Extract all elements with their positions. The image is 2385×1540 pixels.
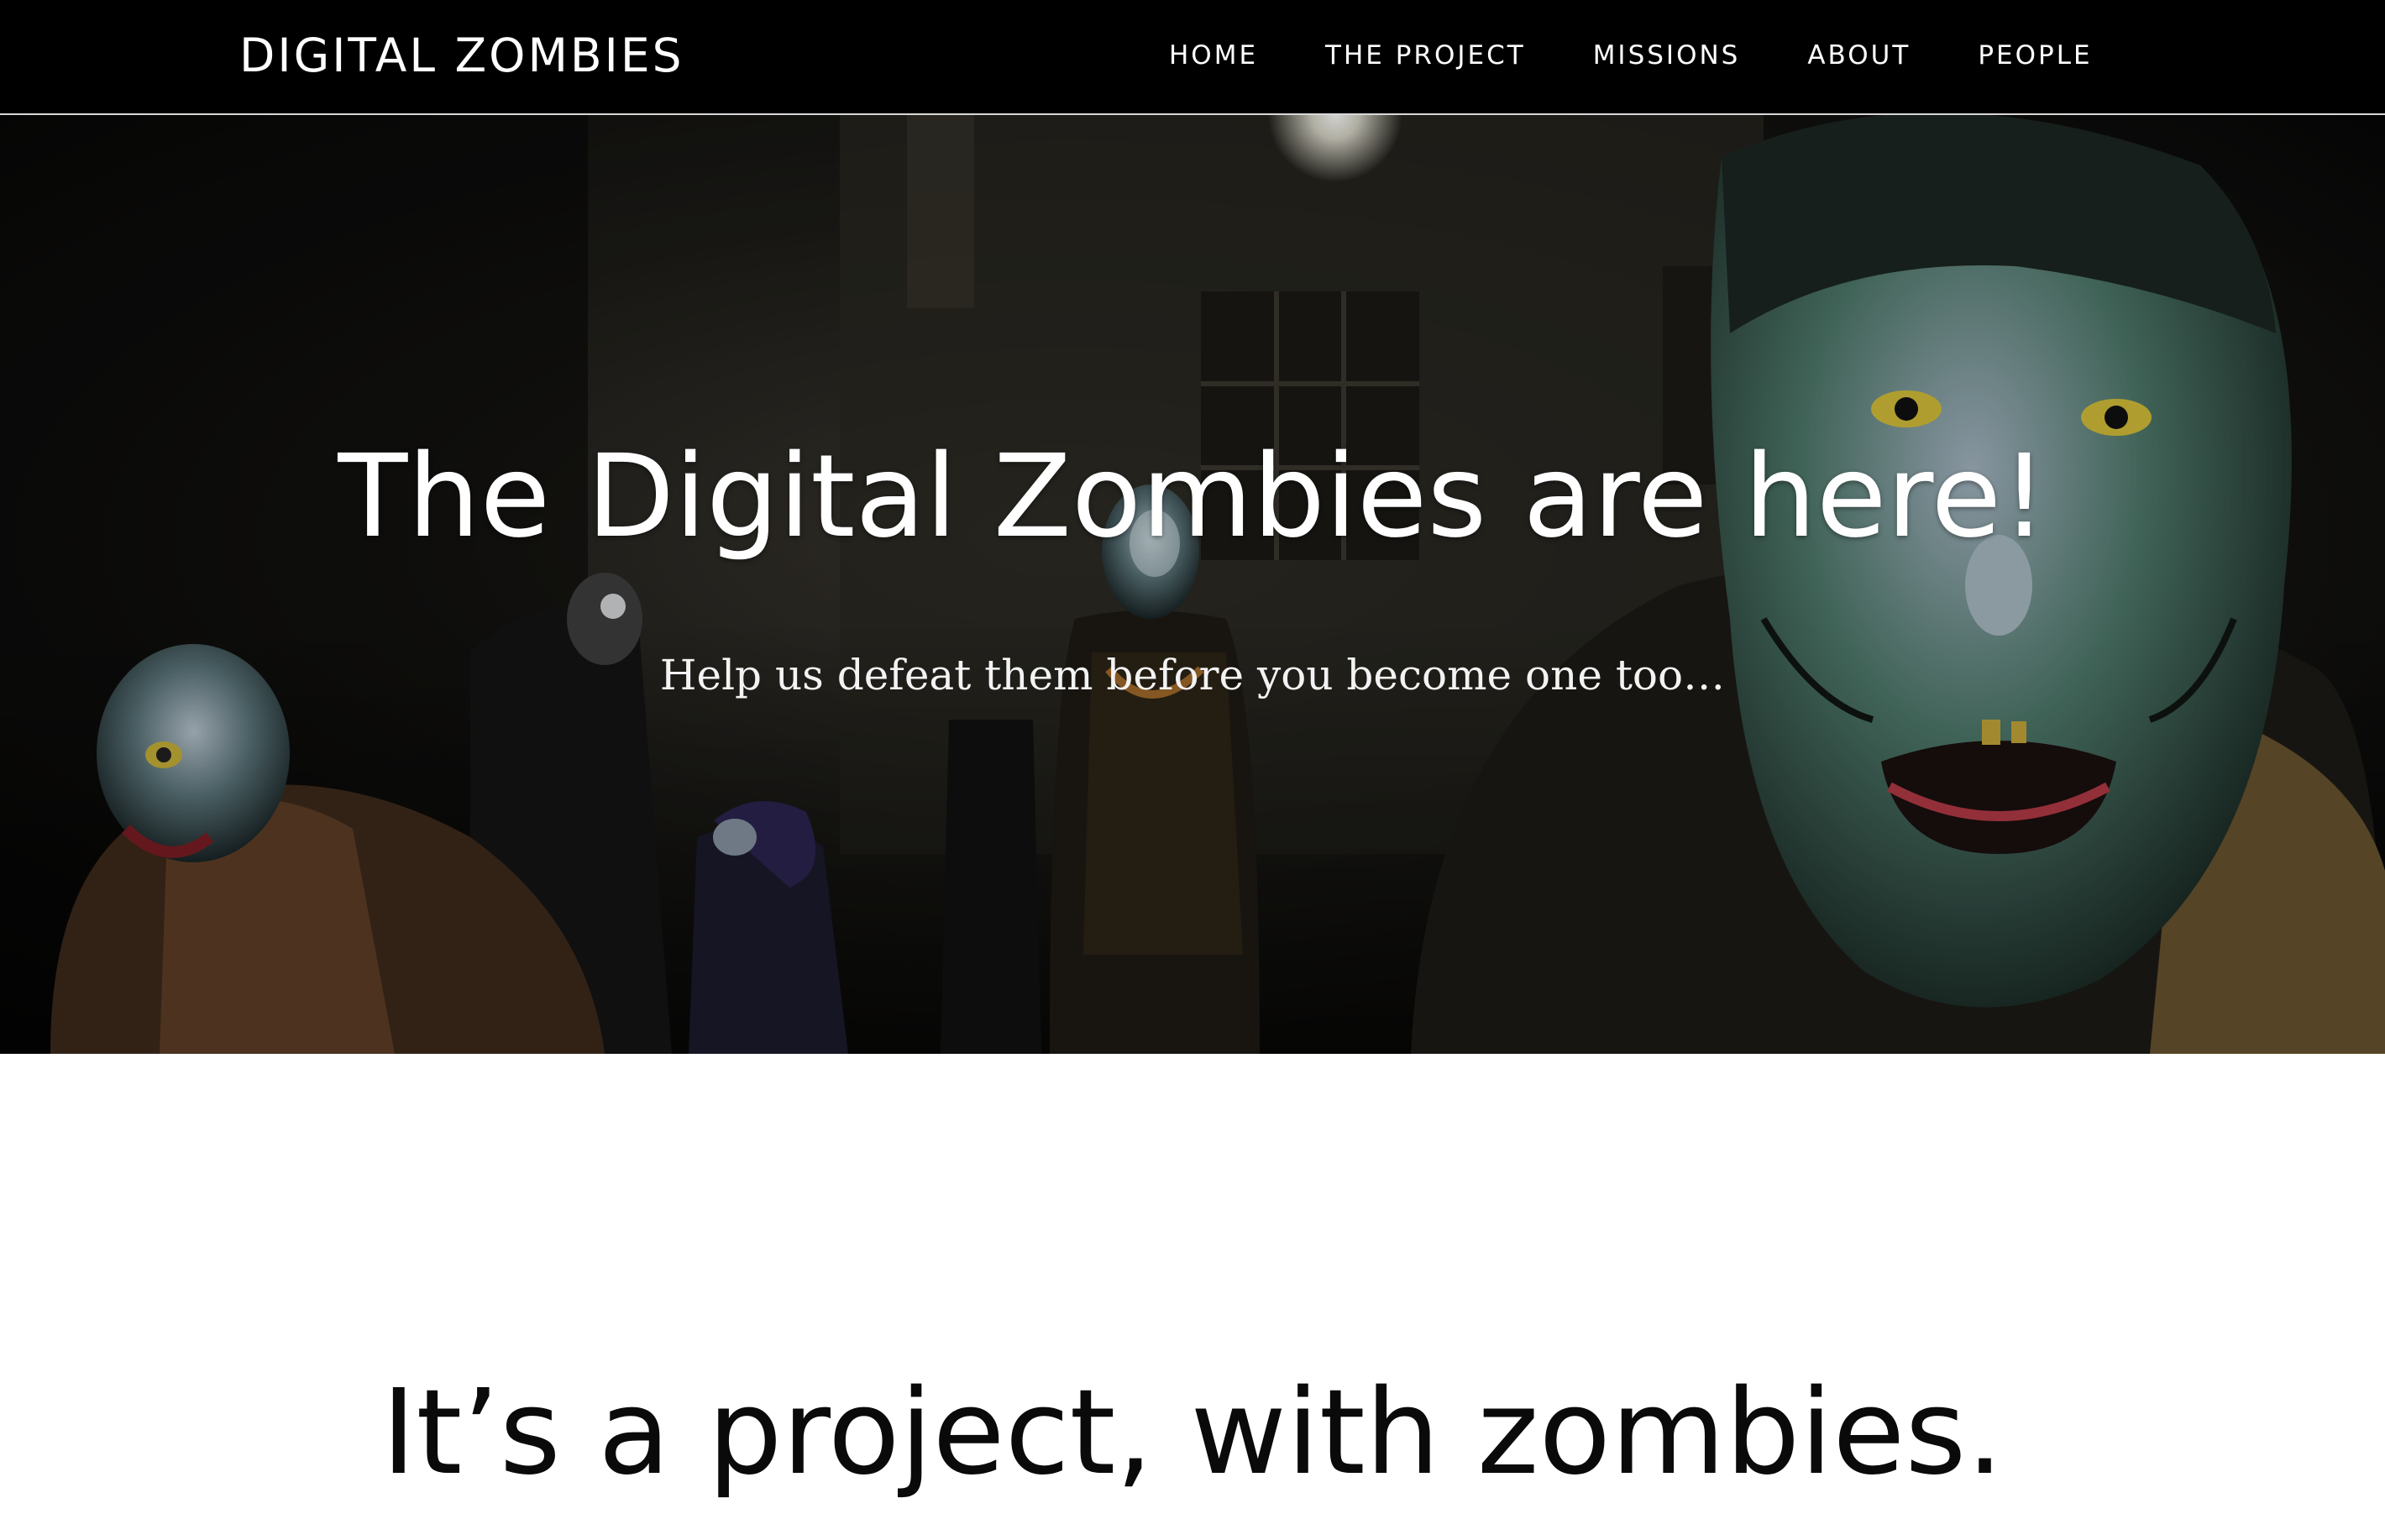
nav-link-people[interactable]: PEOPLE bbox=[1978, 37, 2092, 74]
nav-link-missions[interactable]: MISSIONS bbox=[1593, 37, 1741, 74]
nav-link-the-project[interactable]: THE PROJECT bbox=[1325, 37, 1526, 74]
site-brand-link[interactable]: DIGITAL ZOMBIES bbox=[239, 29, 684, 82]
hero-banner: The Digital Zombies are here! Help us de… bbox=[0, 115, 2385, 1054]
top-navbar: DIGITAL ZOMBIES HOME THE PROJECT MISSION… bbox=[0, 0, 2385, 115]
nav-item-the-project: THE PROJECT bbox=[1325, 37, 1526, 74]
nav-link-about[interactable]: ABOUT bbox=[1807, 37, 1911, 74]
section-heading: It’s a project, with zombies. bbox=[381, 1365, 2004, 1501]
nav-link-home[interactable]: HOME bbox=[1169, 37, 1258, 74]
nav-item-people: PEOPLE bbox=[1978, 37, 2092, 74]
nav-item-home: HOME bbox=[1169, 37, 1258, 74]
nav-item-missions: MISSIONS bbox=[1593, 37, 1741, 74]
nav-menu: HOME THE PROJECT MISSIONS ABOUT PEOPLE bbox=[1169, 37, 2093, 74]
hero-subtitle: Help us defeat them before you become on… bbox=[659, 651, 1726, 699]
nav-item-about: ABOUT bbox=[1807, 37, 1911, 74]
hero-title: The Digital Zombies are here! bbox=[338, 431, 2047, 563]
zombie-illustration bbox=[0, 115, 2385, 1054]
